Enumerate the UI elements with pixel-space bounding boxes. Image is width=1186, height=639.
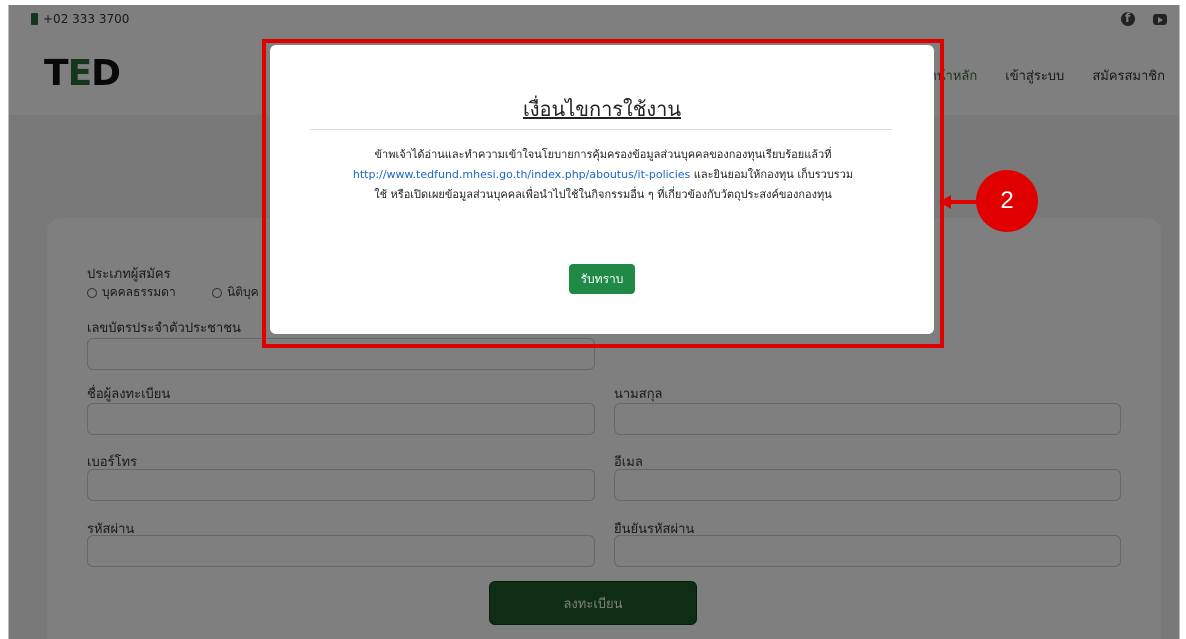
highlight-box bbox=[262, 39, 944, 348]
callout-badge: 2 bbox=[976, 170, 1038, 232]
arrow-head-icon bbox=[939, 195, 951, 209]
screenshot-frame: +02 333 3700 TED หน้าหลัก เข้าสู่ระบบ สม… bbox=[0, 0, 1186, 639]
